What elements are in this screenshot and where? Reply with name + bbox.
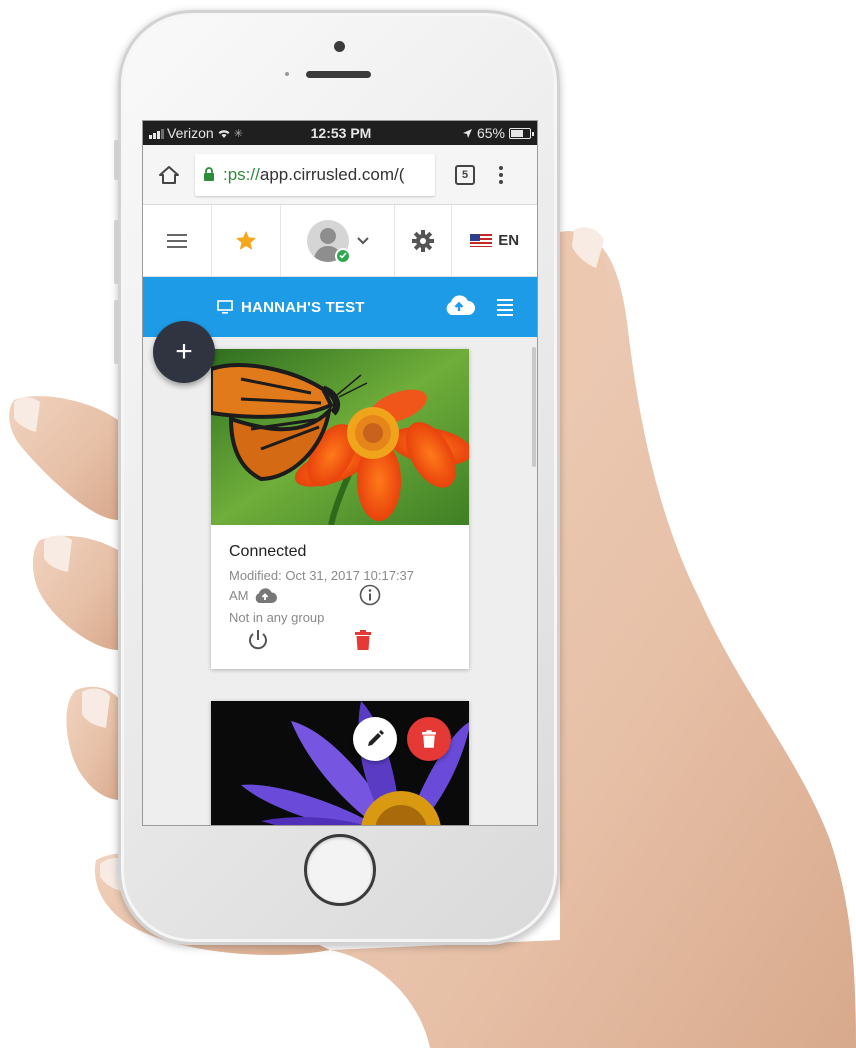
earpiece-speaker [306,71,371,78]
monitor-icon [217,300,233,314]
group-label: Not in any group [229,610,325,625]
home-button[interactable] [304,834,376,906]
clock: 12:53 PM [310,125,372,141]
volume-up-button [114,220,119,284]
chevron-down-icon [356,236,369,244]
add-display-button[interactable]: + [153,321,215,383]
modified-date-suffix: AM [229,587,249,603]
us-flag-icon [470,234,493,247]
online-status-icon [334,247,351,264]
power-icon[interactable] [247,629,269,651]
mute-switch [114,140,119,180]
language-label: EN [498,232,520,249]
tab-switcher-button[interactable]: 5 [455,164,475,185]
battery-percent: 65% [476,125,505,141]
connection-status: Connected [229,543,307,560]
upload-button[interactable] [443,294,475,321]
loading-icon: ✳ [233,127,243,140]
hamburger-icon [166,233,187,248]
location-arrow-icon [462,128,472,138]
battery-icon [509,127,534,139]
cloud-upload-icon [446,294,475,315]
gear-icon [412,229,435,252]
volume-down-button [114,300,119,364]
hamburger-menu-button[interactable] [143,205,212,276]
display-card[interactable] [211,701,469,825]
trash-icon[interactable] [355,630,371,650]
list-view-icon[interactable] [497,298,513,316]
pencil-icon [368,730,384,746]
address-bar[interactable]: :ps://app.cirrusled.com/( [195,153,435,196]
browser-menu-icon[interactable] [499,165,503,184]
modified-date: Modified: Oct 31, 2017 10:17:37 [229,568,415,583]
url-host: app.cirrusled.com/( [259,164,405,184]
scrollbar-thumb[interactable] [532,347,536,467]
phone-screen: Verizon ✳ 12:53 PM 65% :ps://app.cirrusl… [142,120,538,826]
home-icon [159,165,179,184]
cloud-upload-icon[interactable] [253,587,277,604]
signal-strength-icon [149,128,164,139]
edit-button[interactable] [353,717,397,761]
delete-button[interactable] [407,717,451,761]
front-camera [334,41,345,52]
wifi-icon [218,129,230,138]
url-scheme: :ps:// [223,164,260,184]
status-bar: Verizon ✳ 12:53 PM 65% [143,121,537,145]
proximity-sensor [285,72,289,76]
info-icon[interactable] [359,584,381,606]
browser-toolbar: :ps://app.cirrusled.com/( 5 [143,145,537,205]
settings-button[interactable] [395,205,453,276]
display-card[interactable]: Connected Modified: Oct 31, 2017 10:17:3… [211,349,469,669]
language-selector[interactable]: EN [452,205,537,276]
user-menu-button[interactable] [281,205,395,276]
carrier-name: Verizon [167,125,214,141]
trash-icon [422,730,436,748]
lock-icon [204,167,214,181]
page-title: HANNAH'S TEST [241,298,365,316]
favorites-button[interactable] [212,205,282,276]
app-toolbar: EN [143,205,537,277]
star-icon [235,231,256,250]
card-image-butterfly [211,349,469,525]
browser-home-button[interactable] [143,165,195,185]
